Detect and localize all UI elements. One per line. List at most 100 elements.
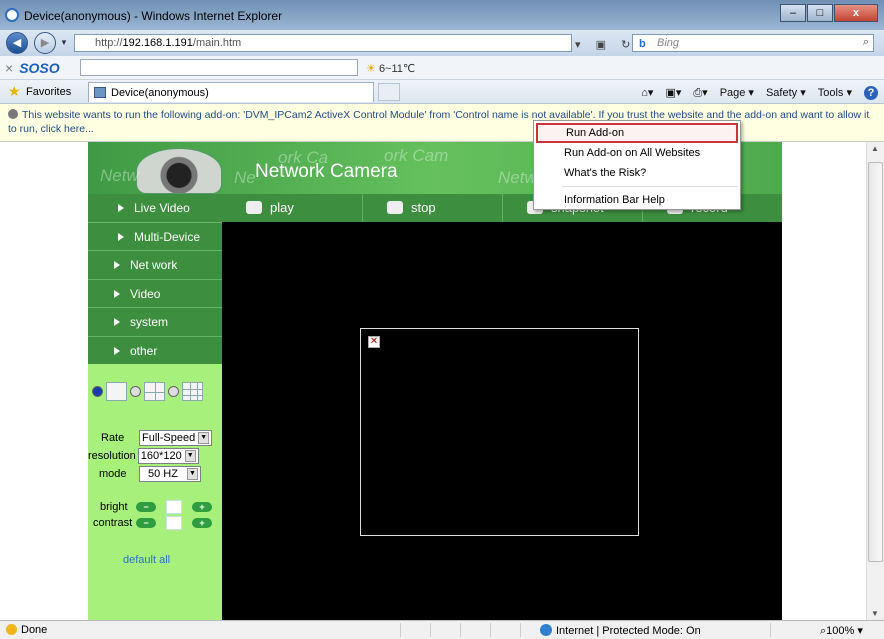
new-tab-button[interactable]: [378, 83, 400, 101]
camera-menu: Live Video Multi-Device Net work Video s…: [88, 194, 222, 364]
status-bar: Done Internet | Protected Mode: On ⌕100%…: [0, 620, 884, 639]
camera-app: Netw Ne ork Ca ork Cam Netw Network Came…: [88, 142, 782, 620]
page-menu[interactable]: Page ▾: [720, 86, 754, 100]
search-placeholder: Bing: [657, 37, 680, 49]
default-all-link[interactable]: default all: [123, 554, 170, 566]
tab-title: Device(anonymous): [111, 87, 209, 99]
arrow-icon: [114, 289, 120, 298]
bing-icon: b: [639, 38, 646, 50]
layout-selector: [92, 382, 203, 401]
settings-panel: Rate Full-Speed ▼ resolution 160*120 ▼ mod…: [88, 364, 222, 620]
menu-network[interactable]: Net work: [88, 251, 222, 280]
activex-placeholder: ✕: [360, 328, 639, 536]
feeds-icon[interactable]: ▣▾: [665, 86, 681, 100]
layout-4-icon: [144, 382, 165, 401]
stop-icon: [387, 201, 403, 214]
chevron-down-icon: ▼: [184, 450, 196, 462]
status-done: Done: [6, 624, 47, 636]
address-input[interactable]: http://192.168.1.191/main.htm: [74, 34, 572, 52]
menu-system[interactable]: system: [88, 308, 222, 337]
soso-toolbar: × SOSO ☀ 6~11℃: [0, 56, 884, 80]
whats-the-risk-item[interactable]: What's the Risk?: [536, 163, 738, 183]
search-input[interactable]: b Bing ⌕: [632, 34, 874, 52]
vertical-scrollbar[interactable]: ▲ ▼: [866, 142, 884, 620]
soso-logo: SOSO: [19, 60, 60, 76]
home-icon[interactable]: ⌂▾: [641, 86, 653, 100]
info-bar-help-item[interactable]: Information Bar Help: [536, 190, 738, 210]
history-dropdown-icon[interactable]: ▼: [60, 38, 68, 47]
favorites-bar: ★ Favorites Device(anonymous) ⌂▾ ▣▾ ⎙▾ P…: [0, 80, 884, 104]
contrast-plus-button[interactable]: +: [192, 518, 212, 528]
address-host: 192.168.1.191: [122, 37, 193, 49]
bright-minus-button[interactable]: −: [136, 502, 156, 512]
stop-button[interactable]: stop: [362, 194, 502, 222]
browser-tab[interactable]: Device(anonymous): [88, 82, 374, 102]
layout-4-radio[interactable]: [130, 386, 141, 397]
help-icon[interactable]: ?: [864, 86, 878, 100]
run-addon-all-item[interactable]: Run Add-on on All Websites: [536, 143, 738, 163]
weather-icon: ☀: [366, 63, 376, 75]
rate-label: Rate: [101, 432, 125, 444]
information-bar[interactable]: This website wants to run the following …: [0, 104, 884, 142]
globe-icon: [540, 624, 552, 636]
play-icon: [246, 201, 262, 214]
resolution-select[interactable]: 160*120 ▼: [137, 448, 199, 464]
page-margin: [782, 142, 866, 620]
mode-label: mode: [99, 468, 127, 480]
print-icon[interactable]: ⎙▾: [693, 86, 707, 100]
run-addon-item[interactable]: Run Add-on: [536, 123, 738, 143]
menu-live-video[interactable]: Live Video: [88, 194, 222, 223]
scroll-up-icon[interactable]: ▲: [871, 144, 879, 153]
camera-dome-icon: [136, 148, 222, 194]
arrow-icon: [114, 318, 120, 326]
chevron-down-icon: ▼: [198, 432, 210, 444]
banner-watermark: Netw: [100, 166, 139, 185]
favorites-button[interactable]: Favorites: [26, 86, 71, 98]
window-titlebar: Device(anonymous) - Windows Internet Exp…: [0, 0, 884, 30]
broken-plugin-icon: ✕: [368, 336, 380, 348]
bright-value: [166, 500, 182, 514]
bright-plus-button[interactable]: +: [192, 502, 212, 512]
back-button[interactable]: ◀: [6, 32, 28, 54]
minimize-button[interactable]: –: [780, 4, 806, 22]
layout-9-radio[interactable]: [168, 386, 179, 397]
forward-button[interactable]: ▶: [34, 32, 56, 54]
zoom-level[interactable]: ⌕100% ▾: [820, 624, 863, 638]
layout-1-radio[interactable]: [92, 386, 103, 397]
weather-text: 6~11℃: [378, 63, 416, 75]
favorites-star-icon: ★: [8, 83, 21, 99]
chevron-down-icon: ▼: [186, 468, 198, 480]
menu-video[interactable]: Video: [88, 280, 222, 308]
soso-search-input[interactable]: [80, 59, 358, 76]
scrollbar-thumb[interactable]: [868, 162, 883, 562]
safety-menu[interactable]: Safety ▾: [766, 86, 806, 100]
infobar-menu: Run Add-on Run Add-on on All Websites Wh…: [533, 120, 741, 210]
address-toolbar: ◀ ▶ ▼ http://192.168.1.191/main.htm ▾ ▣ …: [0, 30, 884, 56]
mode-select[interactable]: 50 HZ ▼: [139, 466, 201, 482]
toolbar-close-icon[interactable]: ×: [5, 60, 13, 76]
contrast-minus-button[interactable]: −: [136, 518, 156, 528]
banner-watermark: Netw: [498, 168, 537, 187]
weather-widget[interactable]: ☀ 6~11℃: [366, 62, 415, 75]
menu-separator: [562, 186, 738, 187]
tools-menu[interactable]: Tools ▾: [818, 86, 852, 100]
contrast-value: [166, 516, 182, 530]
menu-other[interactable]: other: [88, 337, 222, 366]
banner-watermark: Ne: [234, 168, 256, 187]
maximize-button[interactable]: □: [807, 4, 833, 22]
window-title: Device(anonymous) - Windows Internet Exp…: [24, 9, 283, 23]
bright-label: bright: [100, 501, 128, 513]
tab-icon: [94, 87, 106, 98]
close-button[interactable]: x: [834, 4, 878, 22]
scroll-down-icon[interactable]: ▼: [871, 609, 879, 618]
info-shield-icon: [8, 109, 18, 119]
ie-logo-icon: [5, 8, 19, 22]
security-zone[interactable]: Internet | Protected Mode: On: [540, 624, 701, 637]
play-button[interactable]: play: [222, 194, 362, 222]
layout-9-icon: [182, 382, 203, 401]
warning-icon: [6, 624, 17, 635]
search-icon[interactable]: ⌕: [863, 36, 869, 49]
arrow-icon: [118, 204, 124, 212]
menu-multi-device[interactable]: Multi-Device: [88, 223, 222, 251]
rate-select[interactable]: Full-Speed ▼: [139, 430, 213, 446]
